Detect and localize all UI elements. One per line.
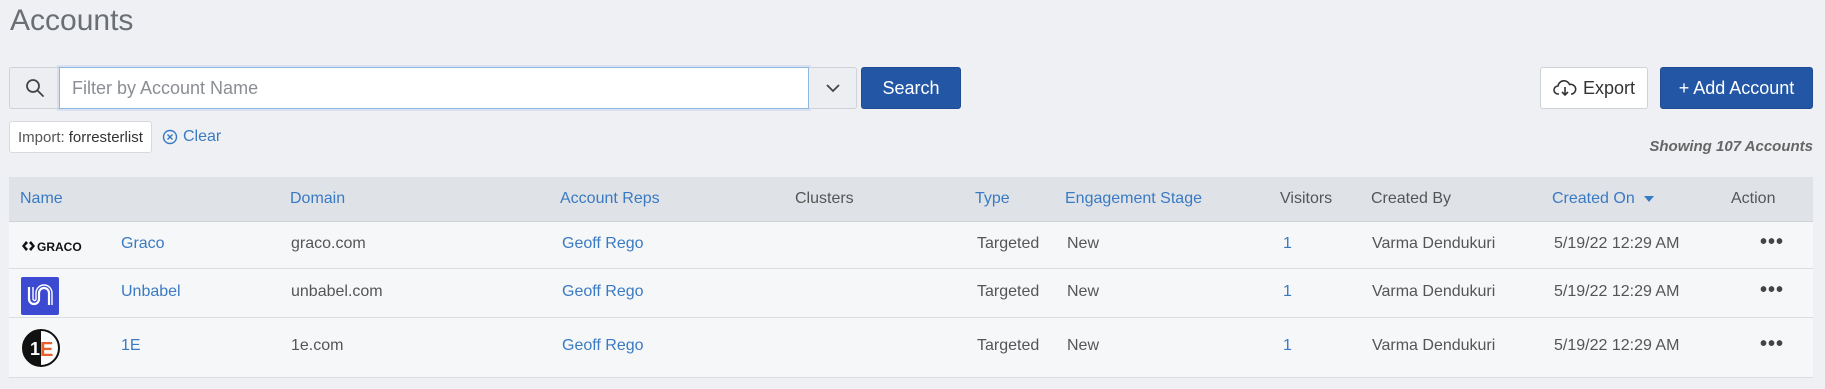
- column-header-engagement-stage[interactable]: Engagement Stage: [1065, 190, 1202, 208]
- created-on: 5/19/22 12:29 AM: [1554, 283, 1680, 300]
- chevron-down-icon[interactable]: [809, 67, 857, 109]
- account-domain: graco.com: [291, 235, 366, 252]
- results-count: Showing 107 Accounts: [1649, 138, 1813, 155]
- filter-chip-prefix: Import:: [18, 128, 65, 146]
- account-domain: unbabel.com: [291, 283, 383, 300]
- account-domain: 1e.com: [291, 337, 344, 354]
- column-header-created-on-label: Created On: [1552, 190, 1635, 207]
- more-actions-icon[interactable]: •••: [1760, 333, 1784, 356]
- 1e-logo: 1 E: [21, 328, 61, 373]
- account-name-link[interactable]: Graco: [121, 235, 165, 253]
- search-icon[interactable]: [9, 67, 59, 109]
- table-header: Name Domain Account Reps Clusters Type E…: [9, 177, 1813, 222]
- account-name-link[interactable]: 1E: [121, 337, 141, 355]
- visitors-link[interactable]: 1: [1283, 337, 1292, 355]
- filter-chip: Import: forresterlist: [9, 121, 152, 153]
- column-header-created-by: Created By: [1371, 190, 1452, 207]
- cloud-download-icon: [1553, 80, 1577, 97]
- export-button[interactable]: Export: [1540, 67, 1648, 109]
- column-header-domain[interactable]: Domain: [290, 190, 345, 208]
- add-account-label: + Add Account: [1678, 77, 1795, 98]
- add-account-button[interactable]: + Add Account: [1660, 67, 1813, 109]
- account-rep-link[interactable]: Geoff Rego: [562, 337, 644, 355]
- account-name-link[interactable]: Unbabel: [121, 283, 181, 301]
- unbabel-logo: [21, 277, 59, 320]
- account-rep-link[interactable]: Geoff Rego: [562, 235, 644, 253]
- table-row: GRACO Graco graco.com Geoff Rego Targete…: [9, 222, 1813, 269]
- graco-logo: GRACO: [21, 239, 95, 258]
- filter-chip-value: forresterlist: [68, 128, 143, 146]
- created-by: Varma Dendukuri: [1372, 235, 1496, 252]
- created-on: 5/19/22 12:29 AM: [1554, 337, 1680, 354]
- visitors-link[interactable]: 1: [1283, 235, 1292, 253]
- close-circle-icon: [162, 129, 178, 145]
- search-bar: [9, 67, 857, 109]
- account-type: Targeted: [977, 337, 1040, 354]
- account-type: Targeted: [977, 235, 1040, 252]
- created-by: Varma Dendukuri: [1372, 283, 1496, 300]
- column-header-name[interactable]: Name: [20, 190, 63, 208]
- clear-label: Clear: [183, 128, 222, 145]
- search-input[interactable]: [59, 67, 809, 109]
- search-button[interactable]: Search: [861, 67, 961, 109]
- account-rep-link[interactable]: Geoff Rego: [562, 283, 644, 301]
- column-header-clusters: Clusters: [795, 190, 854, 207]
- column-header-type[interactable]: Type: [975, 190, 1010, 208]
- svg-text:1: 1: [30, 339, 40, 359]
- export-label: Export: [1582, 77, 1636, 98]
- column-header-created-on[interactable]: Created On: [1552, 190, 1655, 208]
- column-header-visitors: Visitors: [1280, 190, 1333, 207]
- table-row: 1 E 1E 1e.com Geoff Rego Targeted New 1 …: [9, 318, 1813, 378]
- svg-text:GRACO: GRACO: [37, 240, 82, 253]
- more-actions-icon[interactable]: •••: [1760, 231, 1784, 254]
- more-actions-icon[interactable]: •••: [1760, 279, 1784, 302]
- engagement-stage: New: [1067, 283, 1100, 300]
- svg-text:E: E: [40, 339, 53, 361]
- engagement-stage: New: [1067, 337, 1100, 354]
- visitors-link[interactable]: 1: [1283, 283, 1292, 301]
- engagement-stage: New: [1067, 235, 1100, 252]
- column-header-account-reps[interactable]: Account Reps: [560, 190, 660, 208]
- account-type: Targeted: [977, 283, 1040, 300]
- page-title: Accounts: [10, 4, 134, 37]
- column-header-action: Action: [1731, 190, 1776, 207]
- created-by: Varma Dendukuri: [1372, 337, 1496, 354]
- accounts-table: Name Domain Account Reps Clusters Type E…: [9, 177, 1813, 378]
- clear-filter-link[interactable]: Clear: [162, 128, 221, 146]
- sort-down-icon: [1644, 196, 1655, 202]
- table-row: Unbabel unbabel.com Geoff Rego Targeted …: [9, 269, 1813, 318]
- created-on: 5/19/22 12:29 AM: [1554, 235, 1680, 252]
